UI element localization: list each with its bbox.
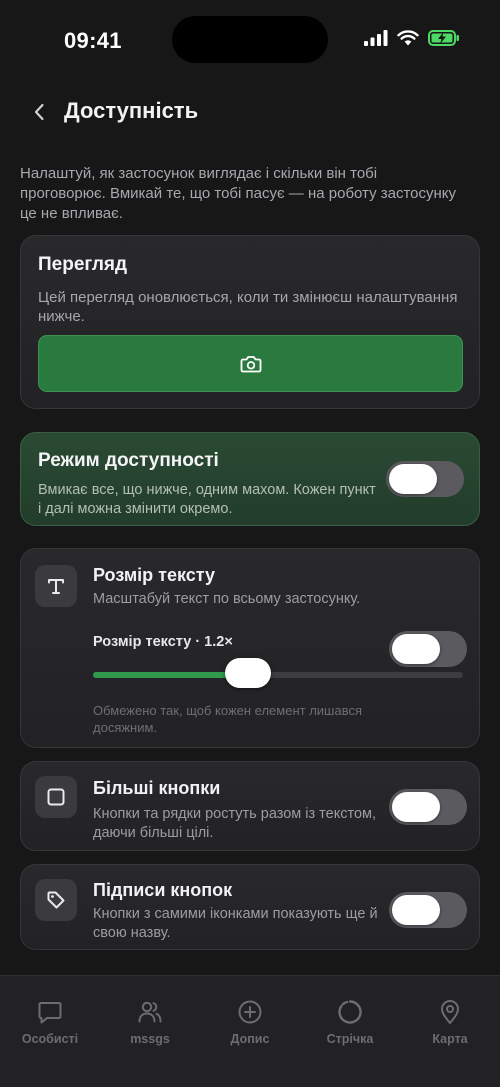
square-icon — [47, 788, 65, 806]
toggle-knob — [389, 464, 437, 494]
button-labels-title: Підписи кнопок — [93, 880, 233, 900]
plus-circle-icon — [238, 1000, 262, 1024]
accessibility-mode-toggle[interactable] — [386, 461, 464, 497]
preview-title: Перегляд — [38, 254, 128, 275]
tag-icon — [47, 891, 65, 909]
wifi-icon — [397, 30, 419, 46]
tab-label: Допис — [230, 1032, 270, 1046]
back-button[interactable] — [24, 92, 54, 132]
toggle-knob — [392, 634, 440, 664]
navigation-header: Доступність — [0, 90, 500, 134]
bigger-buttons-title: Більші кнопки — [93, 778, 221, 798]
button-labels-description: Кнопки з самими іконками показують ще й … — [93, 906, 378, 941]
slider-thumb[interactable] — [225, 658, 271, 688]
button-labels-card: Підписи кнопок Кнопки з самими іконками … — [20, 864, 480, 950]
people-icon — [138, 1001, 162, 1023]
tab-label: Стрічка — [326, 1032, 374, 1046]
tab-personal[interactable]: Особисті — [0, 998, 100, 1058]
bigger-buttons-description: Кнопки та рядки ростуть разом із текстом… — [93, 806, 377, 841]
chevron-left-icon — [34, 103, 44, 121]
tab-label: Особисті — [21, 1032, 79, 1046]
text-size-description: Масштабуй текст по всьому застосунку. — [93, 591, 361, 607]
preview-card: Перегляд Цей перегляд оновлюється, коли … — [20, 235, 480, 409]
text-size-title: Розмір тексту — [93, 565, 216, 585]
tab-mssgs[interactable]: mssgs — [100, 998, 200, 1058]
text-size-slider-label: Розмір тексту · 1.2× — [93, 634, 233, 650]
tab-label: Карта — [432, 1032, 468, 1046]
tab-label: mssgs — [130, 1032, 170, 1046]
text-t-icon — [48, 579, 64, 594]
status-bar: 09:41 — [0, 0, 500, 80]
cellular-signal-icon — [364, 30, 388, 46]
status-icons — [364, 30, 460, 46]
accessibility-mode-card: Режим доступності Вмикає все, що нижче, … — [20, 432, 480, 526]
accessibility-mode-description: Вмикає все, що нижче, одним махом. Кожен… — [38, 482, 376, 517]
toggle-knob — [392, 895, 440, 925]
toggle-knob — [392, 792, 440, 822]
text-size-toggle[interactable] — [389, 631, 467, 667]
text-size-note: Обмежено так, щоб кожен елемент лишався … — [93, 703, 362, 735]
chat-bubble-icon — [38, 1002, 62, 1024]
tab-bar: Особисті mssgs Допис Стрічка Карта — [0, 975, 500, 1087]
bigger-buttons-icon-tile — [35, 776, 77, 818]
dynamic-island — [172, 16, 328, 63]
button-labels-icon-tile — [35, 879, 77, 921]
camera-icon — [240, 355, 261, 372]
status-time: 09:41 — [64, 28, 122, 53]
tab-post[interactable]: Допис — [200, 998, 300, 1058]
text-size-icon-tile — [35, 565, 77, 607]
bigger-buttons-toggle[interactable] — [389, 789, 467, 825]
circle-icon — [338, 1000, 362, 1024]
tab-map[interactable]: Карта — [400, 998, 500, 1058]
page-title: Доступність — [64, 98, 199, 123]
text-size-slider[interactable] — [93, 658, 463, 688]
button-labels-toggle[interactable] — [389, 892, 467, 928]
bigger-buttons-card: Більші кнопки Кнопки та рядки ростуть ра… — [20, 761, 480, 851]
preview-box — [38, 335, 463, 392]
tab-feed[interactable]: Стрічка — [300, 998, 400, 1058]
battery-charging-icon — [428, 30, 459, 46]
text-size-card: Розмір тексту Масштабуй текст по всьому … — [20, 548, 480, 748]
map-pin-icon — [441, 1000, 459, 1024]
intro-text: Налаштуй, як застосунок виглядає і скіль… — [20, 165, 457, 222]
preview-description: Цей перегляд оновлюється, коли ти змінює… — [38, 289, 458, 325]
